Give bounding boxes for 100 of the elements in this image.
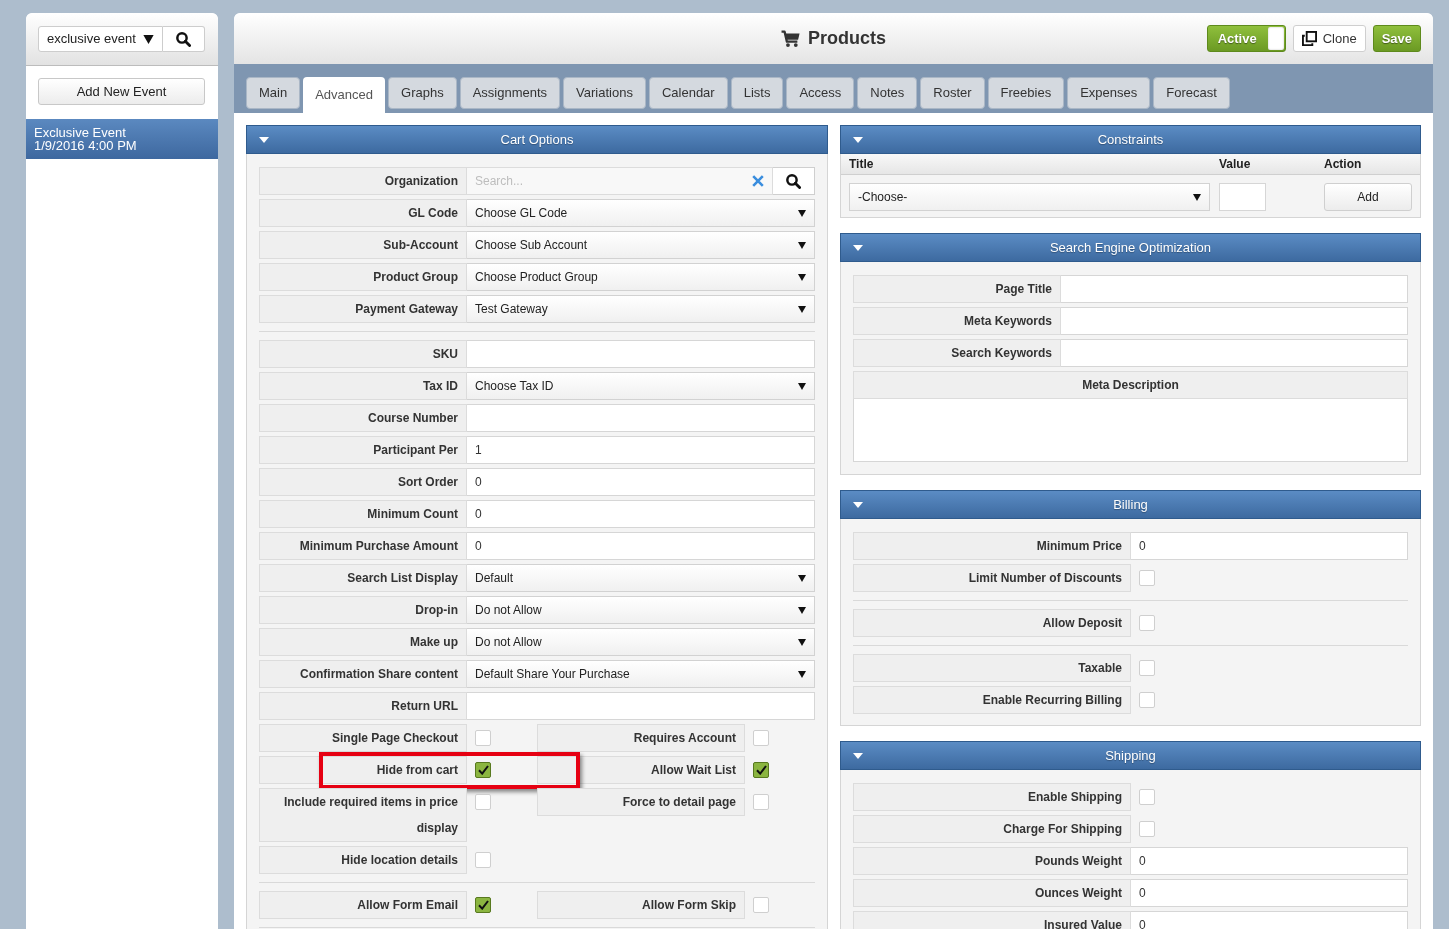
tab[interactable]: Variations bbox=[563, 77, 646, 109]
dropdown[interactable]: Do not Allow bbox=[467, 596, 815, 624]
caret-down-icon bbox=[853, 752, 863, 759]
field-label: Allow Form Skip bbox=[537, 891, 745, 919]
tab[interactable]: Calendar bbox=[648, 77, 728, 109]
field-label: Meta Description bbox=[853, 371, 1408, 399]
field-label: Limit Number of Discounts bbox=[853, 564, 1131, 592]
field-label: Product Group bbox=[259, 263, 467, 291]
caret-down-icon bbox=[853, 501, 863, 508]
text-field[interactable]: 0 bbox=[467, 500, 815, 528]
tab[interactable]: Notes bbox=[857, 77, 918, 109]
field-label: Tax ID bbox=[259, 372, 467, 400]
field-label: Minimum Purchase Amount bbox=[259, 532, 467, 560]
text-field[interactable]: 0 bbox=[1131, 532, 1408, 560]
dropdown[interactable]: Default bbox=[467, 564, 815, 592]
dropdown[interactable]: -Choose- bbox=[849, 183, 1210, 211]
text-field[interactable] bbox=[1061, 307, 1408, 335]
tab[interactable]: Advanced bbox=[303, 77, 385, 113]
field-label: Charge For Shipping bbox=[853, 815, 1131, 843]
text-field[interactable] bbox=[1061, 339, 1408, 367]
field-label: Include required items in price display bbox=[259, 788, 467, 842]
overlapping-squares-icon bbox=[1301, 31, 1317, 46]
value-field[interactable] bbox=[1219, 183, 1266, 211]
add-button[interactable]: Add bbox=[1324, 183, 1412, 211]
dropdown[interactable]: Choose Tax ID bbox=[467, 372, 815, 400]
cart-icon bbox=[781, 30, 800, 47]
checkbox[interactable] bbox=[475, 762, 491, 778]
field-label: Drop-in bbox=[259, 596, 467, 624]
field-label: GL Code bbox=[259, 199, 467, 227]
checkmark-icon bbox=[477, 900, 489, 910]
dropdown-caret-icon bbox=[798, 606, 806, 614]
field-label: Enable Shipping bbox=[853, 783, 1131, 811]
text-area[interactable] bbox=[853, 399, 1408, 462]
dropdown[interactable]: Choose Product Group bbox=[467, 263, 815, 291]
tab[interactable]: Assignments bbox=[459, 77, 561, 109]
text-field[interactable] bbox=[467, 692, 815, 720]
event-list-item[interactable]: Exclusive Event 1/9/2016 4:00 PM bbox=[26, 119, 218, 159]
panel-title: Constraints bbox=[1097, 130, 1164, 149]
caret-down-icon bbox=[853, 136, 863, 143]
tab[interactable]: Access bbox=[786, 77, 855, 109]
tab[interactable]: Lists bbox=[730, 77, 784, 109]
column-header: Action bbox=[1324, 156, 1362, 173]
tab[interactable]: Forecast bbox=[1153, 77, 1230, 109]
dropdown-caret-icon bbox=[798, 670, 806, 678]
field-label: Participant Per bbox=[259, 436, 467, 464]
search-field[interactable]: Search... bbox=[467, 167, 773, 195]
checkbox[interactable] bbox=[475, 897, 491, 913]
panel-title: Search Engine Optimization bbox=[1049, 238, 1212, 257]
checkbox[interactable] bbox=[753, 762, 769, 778]
dropdown-caret-icon bbox=[798, 209, 806, 217]
field-label: Search Keywords bbox=[853, 339, 1061, 367]
panel-title: Shipping bbox=[1105, 746, 1156, 765]
text-field[interactable]: 1 bbox=[467, 436, 815, 464]
tab[interactable]: Graphs bbox=[388, 77, 457, 109]
field-label: Minimum Count bbox=[259, 500, 467, 528]
field-label: Hide location details bbox=[259, 846, 467, 874]
toggle-knob-icon bbox=[1267, 27, 1284, 50]
field-label: Hide from cart bbox=[259, 756, 467, 784]
field-label: Allow Wait List bbox=[537, 756, 745, 784]
dropdown-caret-icon bbox=[143, 34, 154, 44]
field-label: Search List Display bbox=[259, 564, 467, 592]
field-label: Make up bbox=[259, 628, 467, 656]
field-label: Pounds Weight bbox=[853, 847, 1131, 875]
dropdown[interactable]: Do not Allow bbox=[467, 628, 815, 656]
text-field[interactable] bbox=[467, 404, 815, 432]
search-button[interactable] bbox=[163, 26, 205, 52]
text-field[interactable] bbox=[1061, 275, 1408, 303]
text-field[interactable]: 0 bbox=[1131, 847, 1408, 875]
event-combobox[interactable]: exclusive event bbox=[38, 26, 163, 52]
field-label: Confirmation Share content bbox=[259, 660, 467, 688]
tab[interactable]: Expenses bbox=[1067, 77, 1151, 109]
field-label: Sort Order bbox=[259, 468, 467, 496]
field-label: Insured Value bbox=[853, 911, 1131, 929]
search-button[interactable] bbox=[773, 167, 815, 195]
text-field[interactable] bbox=[467, 340, 815, 368]
dropdown[interactable]: Choose Sub Account bbox=[467, 231, 815, 259]
field-label: Allow Deposit bbox=[853, 609, 1131, 637]
dropdown[interactable]: Choose GL Code bbox=[467, 199, 815, 227]
dropdown-caret-icon bbox=[798, 382, 806, 390]
event-date: 1/9/2016 4:00 PM bbox=[34, 139, 138, 152]
field-label: Payment Gateway bbox=[259, 295, 467, 323]
text-field[interactable]: 0 bbox=[1131, 879, 1408, 907]
field-label: Course Number bbox=[259, 404, 467, 432]
text-field[interactable]: 0 bbox=[1131, 911, 1408, 929]
field-label: SKU bbox=[259, 340, 467, 368]
dropdown[interactable]: Test Gateway bbox=[467, 295, 815, 323]
field-label: Page Title bbox=[853, 275, 1061, 303]
field-label: Single Page Checkout bbox=[259, 724, 467, 752]
tab[interactable]: Freebies bbox=[987, 77, 1065, 109]
text-field[interactable]: 0 bbox=[467, 532, 815, 560]
tab[interactable]: Roster bbox=[920, 77, 985, 109]
field-label: Ounces Weight bbox=[853, 879, 1131, 907]
clone-button[interactable]: Clone bbox=[1292, 25, 1366, 52]
add-event-button[interactable]: Add New Event bbox=[38, 78, 205, 105]
panel-title: Cart Options bbox=[500, 130, 574, 149]
dropdown-caret-icon bbox=[798, 638, 806, 646]
dropdown[interactable]: Default Share Your Purchase bbox=[467, 660, 815, 688]
field-label: Enable Recurring Billing bbox=[853, 686, 1131, 714]
tab[interactable]: Main bbox=[246, 77, 301, 109]
text-field[interactable]: 0 bbox=[467, 468, 815, 496]
